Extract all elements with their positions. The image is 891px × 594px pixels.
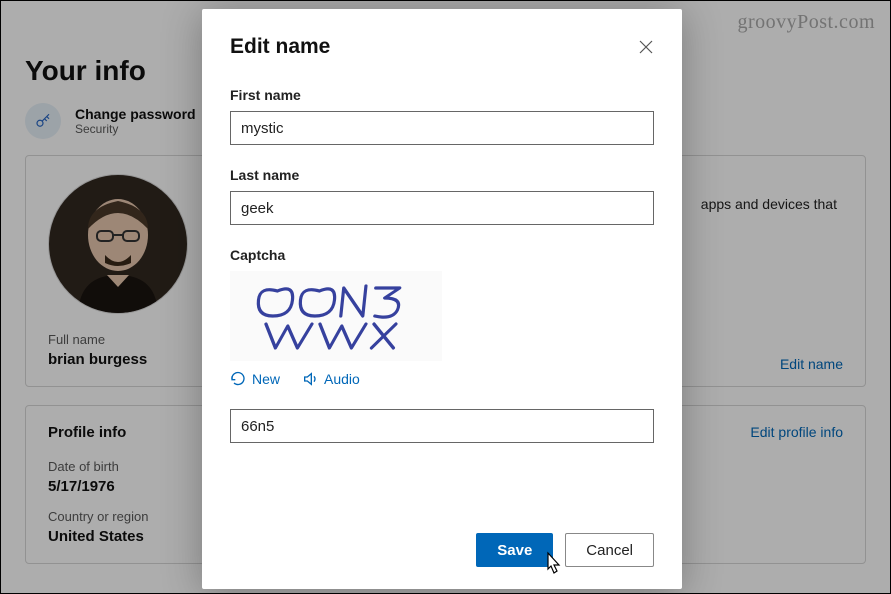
first-name-label: First name bbox=[230, 87, 654, 103]
dialog-button-row: Save Cancel bbox=[476, 533, 654, 567]
last-name-input[interactable] bbox=[230, 191, 654, 225]
captcha-new-label: New bbox=[252, 371, 280, 387]
cancel-button[interactable]: Cancel bbox=[565, 533, 654, 567]
close-icon bbox=[639, 40, 653, 54]
close-button[interactable] bbox=[636, 37, 656, 57]
captcha-image bbox=[230, 271, 442, 361]
edit-name-dialog: Edit name First name Last name Captcha N… bbox=[202, 9, 682, 589]
save-button[interactable]: Save bbox=[476, 533, 553, 567]
captcha-input[interactable] bbox=[230, 409, 654, 443]
captcha-audio-label: Audio bbox=[324, 371, 360, 387]
first-name-input[interactable] bbox=[230, 111, 654, 145]
dialog-title: Edit name bbox=[230, 35, 654, 59]
captcha-new-link[interactable]: New bbox=[230, 371, 280, 387]
audio-icon bbox=[302, 371, 318, 387]
last-name-label: Last name bbox=[230, 167, 654, 183]
captcha-label: Captcha bbox=[230, 247, 654, 263]
refresh-icon bbox=[230, 371, 246, 387]
captcha-audio-link[interactable]: Audio bbox=[302, 371, 360, 387]
